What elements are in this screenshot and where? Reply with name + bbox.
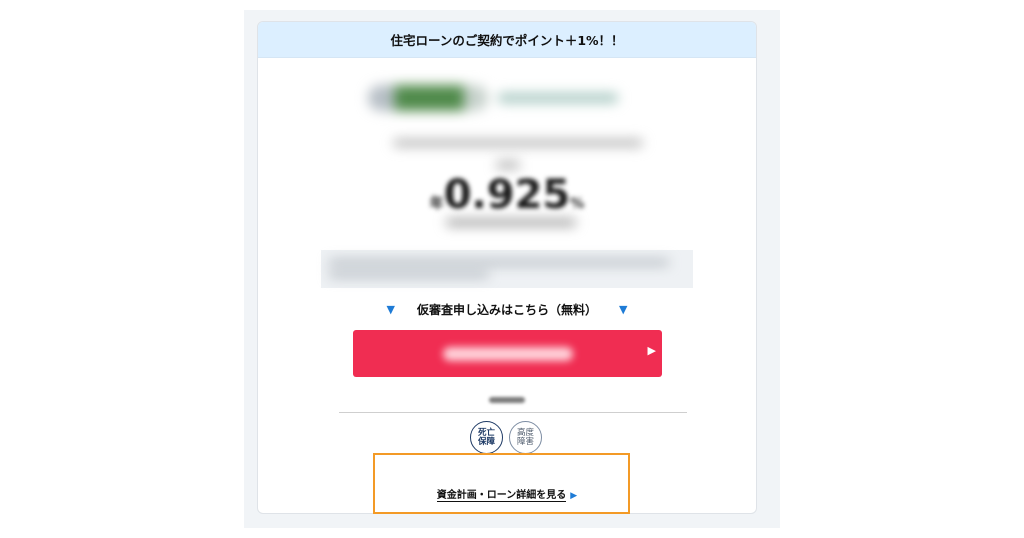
bank-name — [498, 93, 618, 103]
apply-heading: ▼ 仮審査申し込みはこちら（無料） ▼ — [258, 301, 756, 318]
divider — [339, 412, 687, 413]
rate-type-label — [496, 162, 520, 168]
badge-line: 保障 — [477, 436, 495, 447]
page-background: 住宅ローンのご契約でポイント＋1%！！ 年0.925% ▼ 仮審査申し込みはこち… — [244, 10, 780, 528]
notice-line — [329, 260, 669, 265]
bank-header — [368, 84, 648, 112]
loan-card: 住宅ローンのご契約でポイント＋1%！！ 年0.925% ▼ 仮審査申し込みはこち… — [257, 21, 757, 514]
apply-heading-text: 仮審査申し込みはこちら（無料） — [416, 303, 597, 317]
promo-banner: 住宅ローンのご契約でポイント＋1%！！ — [258, 22, 756, 58]
plan-description — [393, 139, 643, 147]
notice-line — [329, 272, 489, 277]
rate-note — [446, 219, 576, 226]
triangle-down-icon: ▼ — [386, 303, 395, 316]
notice-box — [321, 250, 693, 288]
apply-button-label — [442, 346, 573, 361]
bank-logo — [368, 85, 488, 111]
guarantee-label — [489, 397, 525, 403]
death-coverage-badge: 死亡 保障 — [470, 421, 503, 454]
interest-rate: 年0.925% — [258, 172, 756, 218]
rate-suffix: % — [570, 196, 585, 212]
play-arrow-icon: ▶ — [647, 344, 656, 357]
badge-line: 障害 — [516, 436, 534, 447]
coverage-badges: 死亡 保障 高度 障害 — [470, 421, 542, 454]
highlight-annotation — [373, 453, 630, 514]
promo-banner-title: 住宅ローンのご契約でポイント＋1%！！ — [390, 33, 624, 48]
rate-value: 0.925 — [443, 172, 571, 218]
apply-button[interactable]: ▶ — [353, 330, 662, 377]
disability-coverage-badge: 高度 障害 — [509, 421, 542, 454]
triangle-down-icon: ▼ — [619, 303, 628, 316]
rate-prefix: 年 — [429, 196, 444, 212]
